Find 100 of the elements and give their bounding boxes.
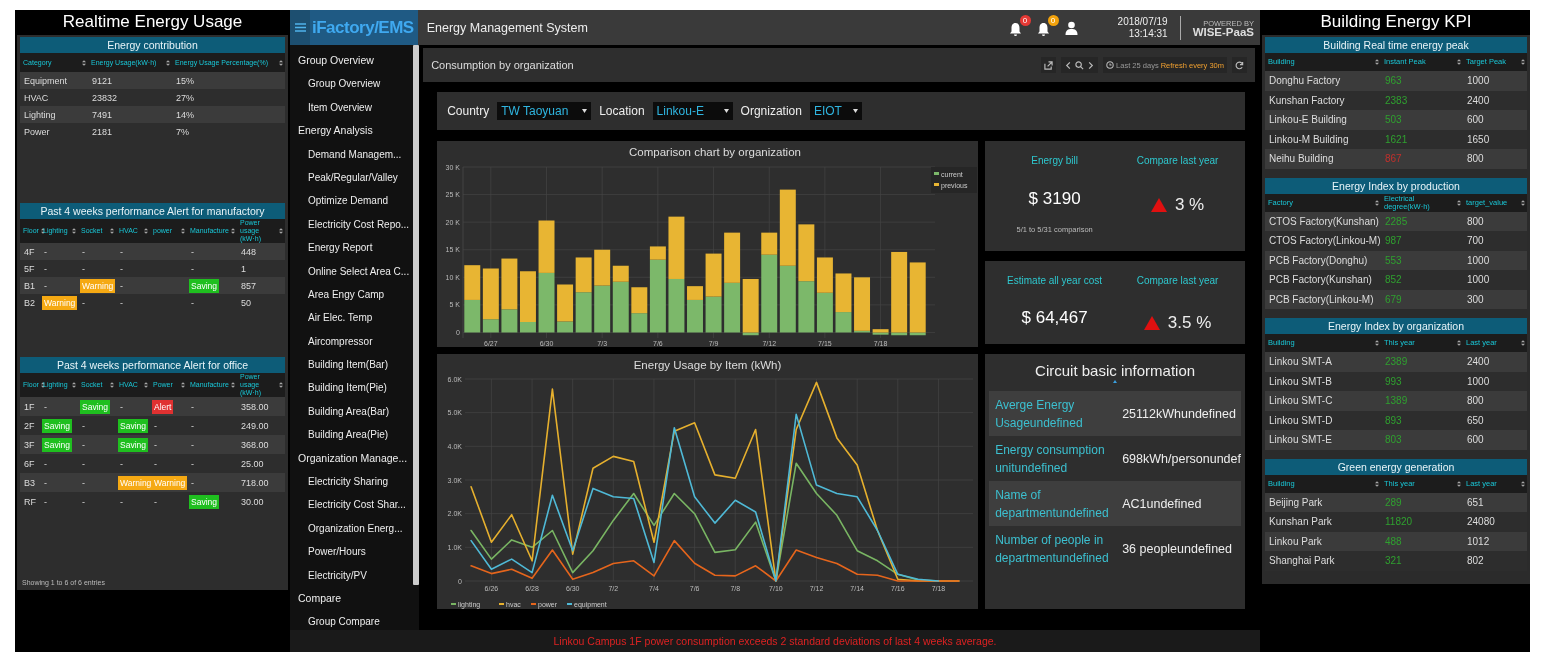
info-label: Averge Energy Usageundefined (994, 396, 1084, 432)
nav-item[interactable]: Online Select Area C... (290, 259, 413, 283)
sort-icon[interactable] (279, 228, 283, 234)
info-value: 698kWh/personundef (1122, 451, 1241, 466)
table-cell-text: B3 (23, 477, 36, 488)
sort-icon[interactable] (1521, 340, 1525, 346)
table-cell-text: 800 (1466, 153, 1485, 165)
bell-icon[interactable] (1008, 21, 1022, 37)
nav-section[interactable]: Group Overview (290, 49, 413, 73)
table-cell-text: - (43, 280, 48, 291)
menu-icon[interactable] (294, 23, 306, 32)
sort-icon[interactable] (1375, 199, 1379, 206)
filter-label: Location (599, 104, 645, 118)
nav-item[interactable]: Organization Energ... (290, 516, 413, 541)
sort-icon[interactable] (110, 228, 114, 234)
sort-icon[interactable] (166, 59, 170, 66)
table-cell-text: 2400 (1466, 356, 1491, 368)
nav-item[interactable]: Peak/Regular/Valley (290, 165, 413, 190)
dropdown[interactable]: Linkou-E (652, 102, 733, 120)
sort-icon[interactable] (110, 382, 114, 388)
table-cell-text: B2 (23, 297, 36, 308)
status-badge: Alert (152, 399, 174, 414)
refresh-icon[interactable] (1235, 60, 1244, 70)
bar (780, 265, 796, 333)
table-cell-text: - (81, 246, 86, 257)
sort-icon[interactable] (1375, 340, 1379, 346)
table-cell-text: - (81, 439, 86, 450)
nav-item[interactable]: Electricity Cost Shar... (290, 493, 413, 517)
alert-message: Linkou Campus 1F power consumption exceeds 2 standard deviations of last 4 weeks average. (290, 630, 1260, 652)
nav-item[interactable]: Building Area(Bar) (290, 399, 413, 424)
nav-item[interactable]: Item Overview (290, 95, 413, 120)
table-cell-text: - (190, 439, 195, 450)
nav-item[interactable]: Demand Managem... (290, 142, 413, 166)
nav-section[interactable]: Compare (290, 587, 413, 611)
table-cell-text: 7491 (91, 109, 114, 120)
status-badge: Saving (118, 418, 148, 433)
table-cell-text: 1000 (1466, 254, 1491, 266)
sort-icon[interactable] (144, 382, 148, 388)
table-cell-text: 488 (1384, 535, 1403, 547)
sort-icon[interactable] (40, 382, 45, 388)
table-cell-text: 852 (1384, 274, 1403, 286)
sort-icon[interactable] (1375, 480, 1379, 487)
dropdown[interactable]: EIOT (809, 102, 862, 120)
scrollbar-thumb[interactable] (412, 45, 419, 585)
nav-section[interactable]: Organization Manage... (290, 446, 413, 471)
sort-icon[interactable] (144, 228, 148, 234)
chart-title: Comparison chart by organization (629, 146, 802, 158)
table-cell-text: - (190, 420, 195, 431)
sort-icon[interactable] (1457, 59, 1461, 65)
chevron-right-icon[interactable] (1086, 60, 1096, 70)
bar (594, 285, 611, 333)
table-cell-text: 7% (175, 126, 190, 137)
search-icon[interactable] (1075, 60, 1085, 70)
user-icon[interactable] (1064, 20, 1078, 35)
table-cell-text: 1650 (1466, 133, 1491, 145)
sort-icon[interactable] (1457, 340, 1461, 346)
nav-item[interactable]: Electricity/PV (290, 563, 413, 587)
table-cell-text: Shanghai Park (1268, 555, 1336, 567)
sort-icon[interactable] (279, 382, 283, 388)
clock-icon[interactable] (1106, 61, 1115, 69)
nav-item[interactable]: Building Area(Pie) (290, 423, 413, 447)
sort-icon[interactable] (72, 382, 76, 388)
nav-item[interactable]: Air Elec. Temp (290, 306, 413, 330)
sort-icon[interactable] (40, 228, 45, 234)
sort-icon[interactable] (1457, 199, 1461, 206)
table-cell-text: 9121 (91, 75, 114, 86)
caret-icon[interactable] (1113, 380, 1118, 383)
share-icon[interactable] (1044, 60, 1054, 70)
nav-item[interactable]: Aircompressor (290, 329, 413, 354)
nav-item[interactable]: Building Item(Pie) (290, 376, 413, 400)
sort-icon[interactable] (1521, 480, 1525, 487)
table-cell-text: 987 (1384, 235, 1403, 247)
nav-item[interactable]: Energy Report (290, 236, 413, 260)
table-cell-text: - (190, 246, 195, 257)
sort-icon[interactable] (181, 228, 185, 234)
sort-icon[interactable] (231, 228, 235, 234)
table-cell-text: - (43, 401, 48, 412)
sort-icon[interactable] (1521, 199, 1525, 206)
bell-icon[interactable] (1036, 21, 1050, 37)
sort-icon[interactable] (72, 228, 76, 234)
sort-icon[interactable] (82, 59, 86, 66)
sort-icon[interactable] (1521, 59, 1525, 65)
nav-item[interactable]: Area Engy Camp (290, 282, 413, 307)
dropdown[interactable]: TW Taoyuan (497, 102, 592, 120)
nav-section[interactable]: Energy Analysis (290, 119, 413, 143)
sort-icon[interactable] (181, 382, 185, 388)
nav-item[interactable]: Power/Hours (290, 540, 413, 564)
table-cell-text: PCB Factory(Linkou-M) (1268, 293, 1375, 305)
status-badge: Saving (42, 437, 72, 452)
sort-icon[interactable] (1375, 59, 1379, 65)
nav-item[interactable]: Building Item(Bar) (290, 353, 413, 377)
nav-item[interactable]: Electricity Sharing (290, 470, 413, 494)
nav-item[interactable]: Optimize Demand (290, 189, 413, 213)
sort-icon[interactable] (1457, 480, 1461, 487)
table-cell-text: - (153, 439, 158, 450)
sort-icon[interactable] (231, 382, 235, 388)
nav-item[interactable]: Electricity Cost Repo... (290, 212, 413, 237)
table-cell-text: 600 (1466, 434, 1485, 446)
nav-item[interactable]: Group Overview (290, 72, 413, 96)
sort-icon[interactable] (279, 59, 283, 66)
